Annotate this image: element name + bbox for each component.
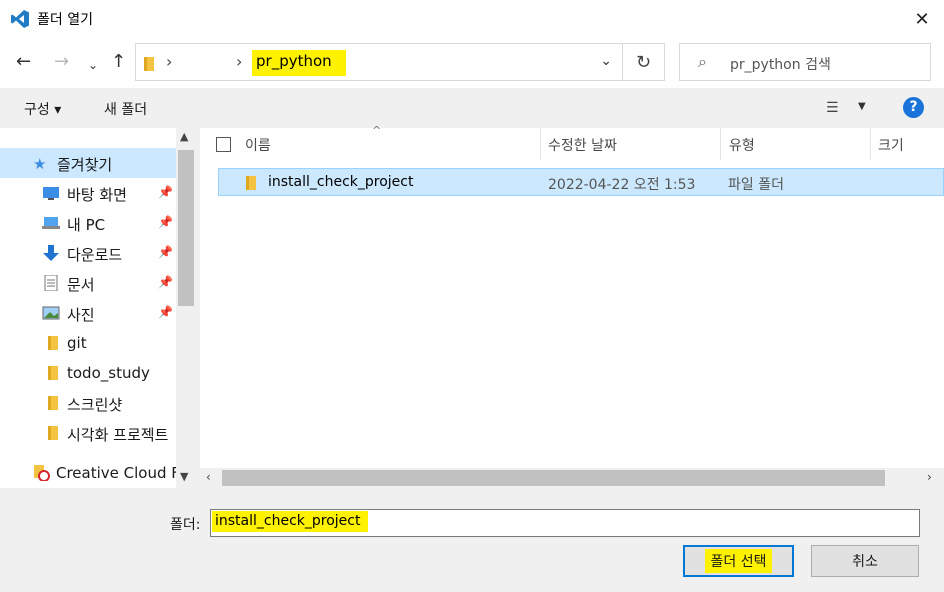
folder-icon — [48, 396, 58, 410]
view-options-icon[interactable]: ☰ — [826, 100, 839, 116]
file-modified: 2022-04-22 오전 1:53 — [548, 177, 696, 193]
nav-item-screenshots[interactable]: 스크린샷 — [0, 388, 176, 418]
download-icon — [43, 245, 59, 261]
refresh-button[interactable]: ↻ — [623, 43, 665, 81]
dialog-footer: 폴더: install_check_project 폴더 선택 취소 — [0, 488, 944, 592]
help-icon[interactable]: ? — [903, 97, 924, 118]
folder-icon — [246, 176, 256, 190]
nav-item-label: 즐겨찾기 — [57, 156, 113, 174]
horizontal-scrollbar[interactable]: ‹ › — [200, 468, 944, 488]
nav-item-downloads[interactable]: 다운로드 📌 — [0, 238, 176, 268]
address-dropdown-icon[interactable]: ⌄ — [600, 53, 612, 69]
nav-item-label: 내 PC — [67, 216, 106, 234]
desktop-icon — [43, 187, 59, 200]
file-type: 파일 폴더 — [728, 177, 784, 193]
nav-item-this-pc[interactable]: 내 PC 📌 — [0, 208, 176, 238]
nav-item-label: 사진 — [67, 306, 95, 324]
toolbar: 구성 ▾ 새 폴더 ☰ ▼ ? — [0, 88, 944, 128]
title-bar: 폴더 열기 ✕ — [0, 0, 944, 38]
nav-item-pictures[interactable]: 사진 📌 — [0, 298, 176, 328]
scroll-right-icon[interactable]: › — [927, 470, 932, 484]
select-folder-button[interactable]: 폴더 선택 — [683, 545, 794, 577]
file-name: install_check_project — [268, 174, 414, 190]
scroll-left-icon[interactable]: ‹ — [206, 470, 211, 484]
folder-icon — [144, 57, 154, 71]
scroll-down-icon[interactable]: ▼ — [180, 470, 188, 483]
folder-name-value: install_check_project — [212, 511, 369, 532]
nav-item-documents[interactable]: 문서 📌 — [0, 268, 176, 298]
nav-item-label: 스크린샷 — [67, 396, 123, 414]
folder-field-label: 폴더: — [170, 517, 201, 533]
search-icon: ⌕ — [698, 52, 707, 71]
nav-item-creative-cloud[interactable]: Creative Cloud Fil — [0, 458, 187, 488]
nav-item-visualization-project[interactable]: 시각화 프로젝트 — [0, 418, 176, 448]
column-header-size[interactable]: 크기 — [878, 135, 904, 155]
sort-ascending-icon: ^ — [372, 124, 382, 137]
column-header-type[interactable]: 유형 — [729, 135, 755, 155]
nav-scrollbar[interactable]: ▲ ▼ — [176, 128, 196, 488]
creative-cloud-icon — [34, 465, 50, 481]
document-icon — [44, 275, 58, 291]
select-all-checkbox[interactable] — [216, 137, 231, 152]
pin-icon: 📌 — [158, 305, 173, 319]
scroll-up-icon[interactable]: ▲ — [180, 130, 188, 143]
file-list-pane: ^ 이름 수정한 날짜 유형 크기 install_check_project … — [200, 124, 944, 488]
pin-icon: 📌 — [158, 245, 173, 259]
column-header-row: ^ 이름 수정한 날짜 유형 크기 — [200, 124, 944, 160]
back-arrow-icon[interactable]: ← — [16, 53, 31, 71]
nav-item-todo-study[interactable]: todo_study — [0, 358, 176, 388]
nav-scrollbar-thumb[interactable] — [178, 150, 194, 306]
vscode-icon — [11, 10, 29, 28]
nav-item-desktop[interactable]: 바탕 화면 📌 — [0, 178, 176, 208]
pin-icon: 📌 — [158, 215, 173, 229]
breadcrumb-current[interactable]: pr_python — [252, 50, 346, 76]
address-row: ← → ⌄ ↑ › › pr_python ⌄ ↻ ⌕ pr_python 검색 — [0, 38, 944, 88]
picture-icon — [42, 306, 60, 320]
nav-item-label: Creative Cloud Fil — [56, 464, 188, 482]
window-title: 폴더 열기 — [37, 12, 93, 28]
folder-icon — [48, 336, 58, 350]
breadcrumb-separator-icon[interactable]: › — [236, 52, 242, 71]
forward-arrow-icon[interactable]: → — [54, 53, 69, 71]
organize-button[interactable]: 구성 ▾ — [24, 99, 61, 119]
cancel-button[interactable]: 취소 — [811, 545, 919, 577]
select-folder-label: 폴더 선택 — [704, 549, 773, 573]
view-dropdown-icon[interactable]: ▼ — [858, 101, 866, 112]
folder-icon — [48, 426, 58, 440]
nav-item-label: git — [67, 334, 87, 352]
close-button[interactable]: ✕ — [900, 0, 944, 38]
folder-name-field[interactable]: install_check_project — [210, 509, 920, 537]
new-folder-button[interactable]: 새 폴더 — [104, 99, 147, 119]
column-header-name[interactable]: 이름 — [245, 135, 271, 155]
nav-item-label: 다운로드 — [67, 246, 123, 264]
horizontal-scrollbar-thumb[interactable] — [222, 470, 885, 486]
navigation-pane: ★ 즐겨찾기 바탕 화면 📌 내 PC 📌 다운로드 📌 문서 📌 사진 📌 g… — [0, 128, 196, 488]
pin-icon: 📌 — [158, 185, 173, 199]
address-bar[interactable]: › › pr_python ⌄ — [135, 43, 623, 81]
search-input[interactable]: ⌕ pr_python 검색 — [679, 43, 931, 81]
recent-locations-chevron-icon[interactable]: ⌄ — [88, 56, 98, 74]
column-header-modified[interactable]: 수정한 날짜 — [548, 135, 617, 155]
nav-item-favorites[interactable]: ★ 즐겨찾기 — [0, 148, 176, 178]
pin-icon: 📌 — [158, 275, 173, 289]
file-row[interactable]: install_check_project 2022-04-22 오전 1:53… — [218, 168, 944, 196]
folder-icon — [48, 366, 58, 380]
refresh-icon: ↻ — [635, 51, 652, 73]
search-placeholder: pr_python 검색 — [730, 57, 831, 73]
nav-item-label: 바탕 화면 — [67, 186, 127, 204]
nav-item-label: 문서 — [67, 276, 95, 294]
nav-item-git[interactable]: git — [0, 328, 176, 358]
up-arrow-icon[interactable]: ↑ — [111, 53, 126, 71]
star-icon: ★ — [33, 155, 47, 173]
pc-icon — [42, 217, 60, 229]
nav-item-label: todo_study — [67, 364, 150, 382]
breadcrumb-separator-icon[interactable]: › — [166, 52, 172, 71]
nav-item-label: 시각화 프로젝트 — [67, 426, 169, 444]
